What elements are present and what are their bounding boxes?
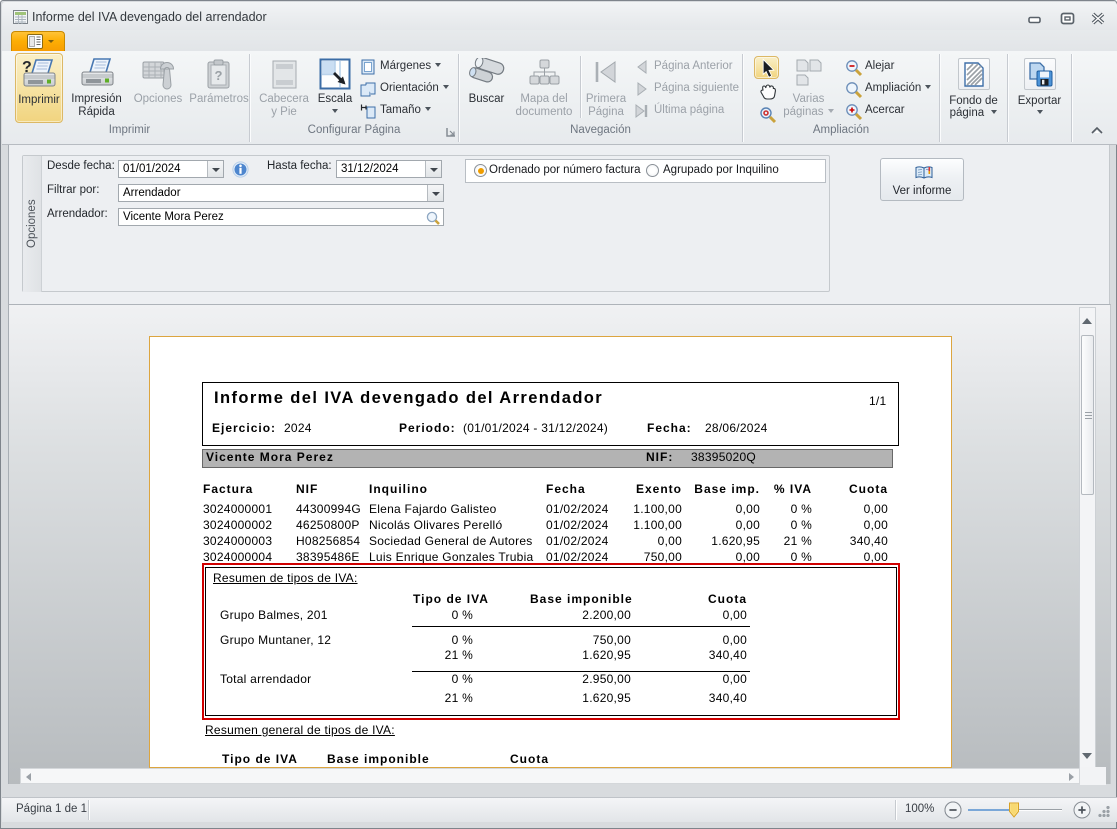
svg-text:?: ? (22, 59, 32, 76)
svg-text:?: ? (215, 68, 223, 83)
